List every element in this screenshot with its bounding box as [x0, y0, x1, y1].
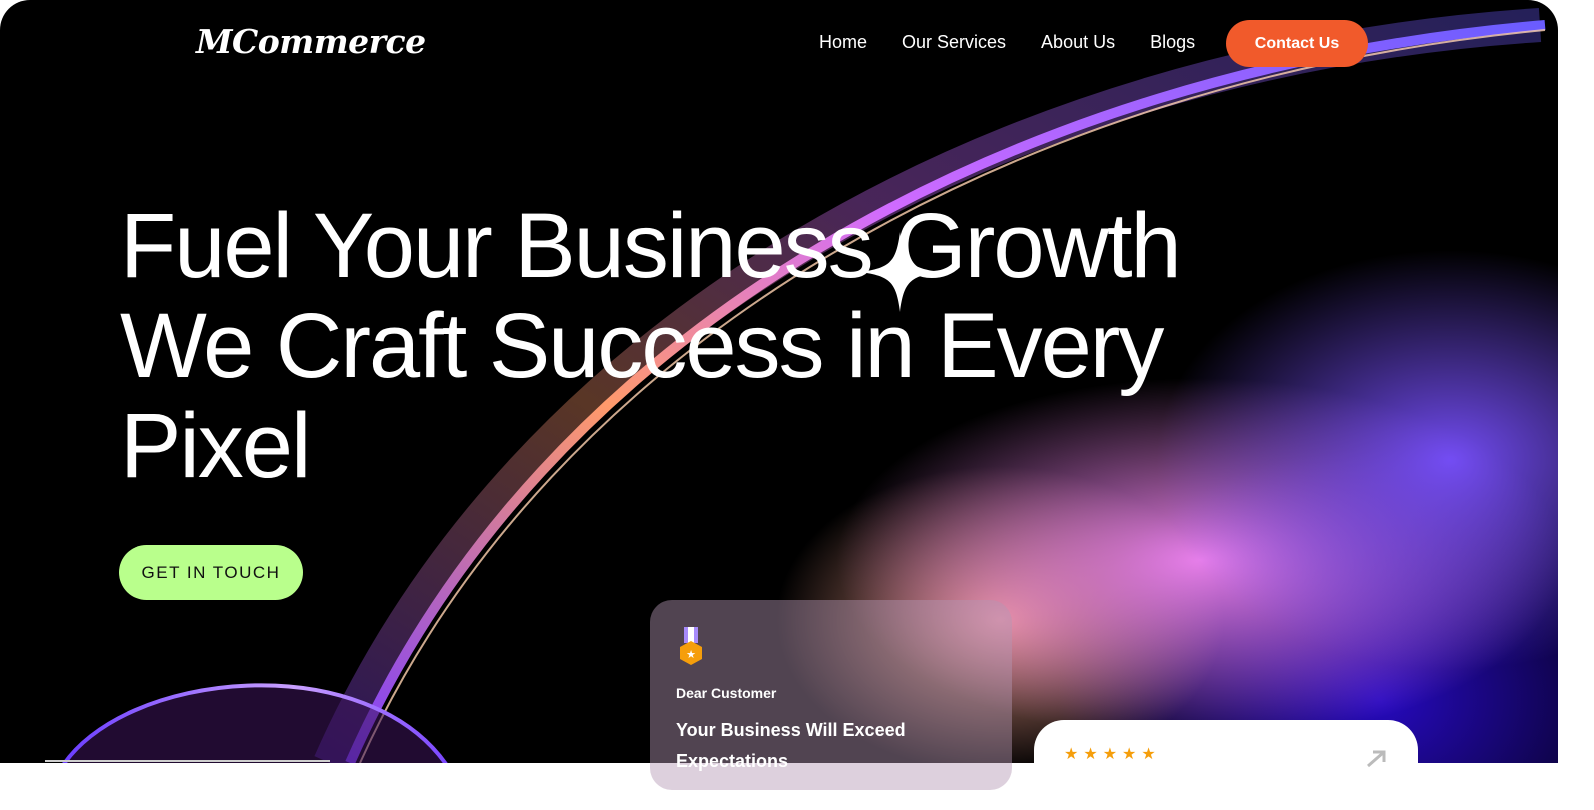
main-nav: Home Our Services About Us Blogs: [819, 32, 1195, 53]
get-in-touch-button[interactable]: GET IN TOUCH: [119, 545, 303, 600]
star-icon: ★★★★★: [1064, 746, 1161, 763]
arrow-up-right-icon[interactable]: [1364, 748, 1390, 768]
nav-item-about-us[interactable]: About Us: [1041, 32, 1115, 53]
divider-line: [45, 760, 330, 762]
nav-item-home[interactable]: Home: [819, 32, 867, 53]
headline-line-3: Pixel: [120, 395, 311, 497]
svg-text:★: ★: [686, 648, 696, 661]
headline-line-2: We Craft Success in Every: [120, 295, 1164, 397]
nav-item-blogs[interactable]: Blogs: [1150, 32, 1195, 53]
headline-line-1: Fuel Your Business Growth: [120, 195, 1182, 297]
hero-headline: Fuel Your Business Growth We Craft Succe…: [120, 195, 1182, 497]
medal-icon: ★: [680, 627, 702, 665]
planet-graphic: [62, 683, 448, 763]
review-card[interactable]: [1034, 720, 1418, 810]
brand-logo[interactable]: MCommerce: [196, 22, 426, 61]
card-title: Your Business Will Exceed Expectations: [676, 720, 906, 771]
nav-item-our-services[interactable]: Our Services: [902, 32, 1006, 53]
card-eyebrow: Dear Customer: [676, 685, 777, 701]
contact-us-button[interactable]: Contact Us: [1226, 20, 1368, 67]
sparkle-icon: [860, 232, 940, 312]
